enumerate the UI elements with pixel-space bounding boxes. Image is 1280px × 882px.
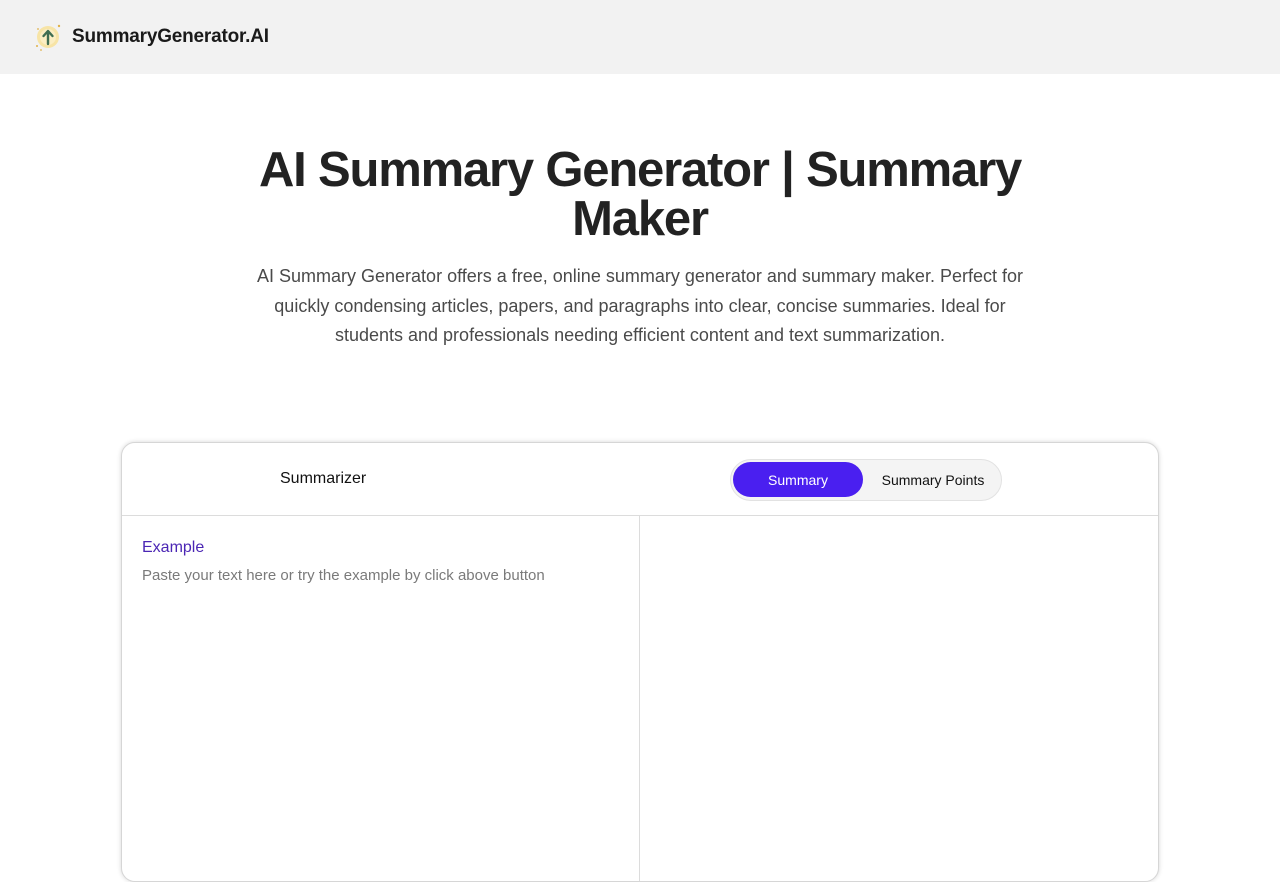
- page-description: AI Summary Generator offers a free, onli…: [257, 266, 1023, 345]
- summary-output: [640, 517, 1158, 881]
- summary-mode-button[interactable]: Summary: [733, 462, 863, 497]
- summarizer-header: Summarizer Summary Summary Points: [122, 443, 1158, 516]
- text-input[interactable]: [142, 565, 622, 865]
- lightbulb-arrow-icon[interactable]: [33, 22, 63, 52]
- top-navbar: SummaryGenerator.AI: [0, 0, 1280, 74]
- summarizer-card: Summarizer Summary Summary Points Exampl…: [121, 442, 1159, 882]
- mode-toggle: Summary Summary Points: [730, 459, 1002, 501]
- summarizer-title: Summarizer: [280, 470, 367, 487]
- page-title: AI Summary Generator | Summary Maker: [259, 143, 1022, 246]
- example-button[interactable]: Example: [142, 539, 204, 557]
- brand-name[interactable]: SummaryGenerator.AI: [72, 26, 269, 48]
- summary-points-mode-button[interactable]: Summary Points: [866, 462, 1000, 497]
- hero-section: AI Summary Generator | Summary Maker AI …: [0, 146, 1280, 351]
